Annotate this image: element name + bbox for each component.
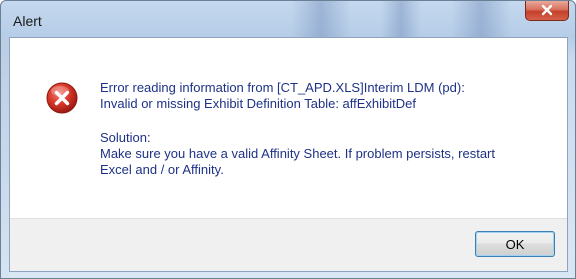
error-icon <box>46 82 78 114</box>
close-button[interactable] <box>525 1 569 21</box>
error-message-line: Error reading information from [CT_APD.X… <box>100 80 465 95</box>
alert-window: Alert Error reading information from [CT… <box>0 0 576 279</box>
error-message-line: Invalid or missing Exhibit Definition Ta… <box>100 96 417 111</box>
solution-line: Excel and / or Affinity. <box>100 162 224 177</box>
window-title: Alert <box>13 13 42 29</box>
dialog-content: Error reading information from [CT_APD.X… <box>9 37 568 272</box>
solution-heading: Solution: <box>100 130 151 145</box>
close-icon <box>541 4 553 16</box>
ok-button[interactable]: OK <box>475 231 555 257</box>
dialog-footer: OK <box>10 218 567 271</box>
window-frame-left <box>1 37 9 278</box>
alert-message: Error reading information from [CT_APD.X… <box>100 80 550 178</box>
solution-line: Make sure you have a valid Affinity Shee… <box>100 146 496 161</box>
titlebar[interactable]: Alert <box>1 1 575 37</box>
